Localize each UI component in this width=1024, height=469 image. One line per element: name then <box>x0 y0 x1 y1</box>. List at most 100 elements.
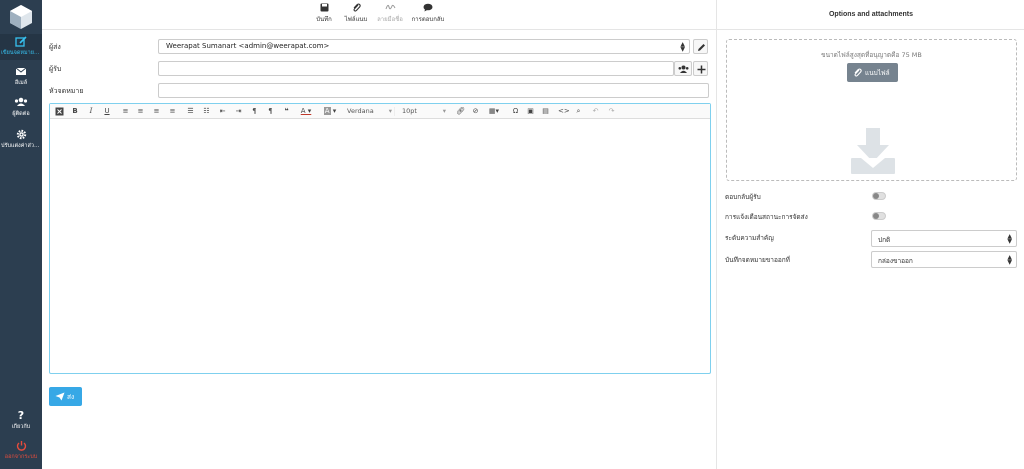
search-replace-icon[interactable]: ⌕ <box>574 107 583 116</box>
text-color-icon[interactable]: A ▾ <box>299 107 313 116</box>
save-button[interactable]: บันทึก <box>313 3 335 24</box>
save-sent-label: บันทึกจดหมายขาออกที่ <box>725 256 790 264</box>
pencil-icon <box>698 44 705 51</box>
align-justify-icon[interactable]: ≡ <box>168 107 177 116</box>
question-icon: ? <box>17 409 25 422</box>
background-color-icon[interactable]: A ▾ <box>323 107 337 116</box>
source-toggle-icon[interactable] <box>54 107 64 116</box>
send-button[interactable]: ส่ง <box>49 387 82 406</box>
from-label: ผู้ส่ง <box>49 43 61 51</box>
add-header-button[interactable] <box>693 61 708 76</box>
from-value: Weerapat Sumanart <admin@weerapat.com> <box>166 42 330 50</box>
attach-file-label: แนบไฟล์ <box>865 69 890 77</box>
attach-label: ไฟล์แนบ <box>344 16 368 23</box>
message-editor[interactable]: B I U ≡ ≡ ≡ ≡ ☰ ☷ ⇤ ⇥ ¶ ¶ ❝ A ▾ A ▾ Verd… <box>49 103 711 374</box>
logo <box>8 4 34 30</box>
undo-icon[interactable]: ↶ <box>591 107 600 116</box>
editor-toolbar: B I U ≡ ≡ ≡ ≡ ☰ ☷ ⇤ ⇥ ¶ ¶ ❝ A ▾ A ▾ Verd… <box>50 104 710 119</box>
paperclip-icon <box>352 3 361 12</box>
dsn-label: การแจ้งเตือนสถานะการจัดส่ง <box>725 213 808 221</box>
select-arrows-icon: ▲ ▼ <box>1007 233 1012 245</box>
sidebar-item-label: เขียนจดหมายใหม่ <box>1 50 42 56</box>
link-icon[interactable]: 🔗︎ <box>456 107 465 116</box>
bullet-list-icon[interactable]: ☰ <box>186 107 195 116</box>
select-arrows-icon: ▲ ▼ <box>680 41 685 53</box>
save-sent-value: กล่องขาออก <box>878 257 913 265</box>
options-panel-title: Options and attachments <box>717 0 1024 30</box>
table-icon[interactable]: ▦▾ <box>487 107 501 116</box>
priority-label: ระดับความสำคัญ <box>725 234 774 242</box>
contacts-icon <box>678 65 689 73</box>
subject-input[interactable] <box>158 83 709 98</box>
blockquote-icon[interactable]: ❝ <box>282 107 291 116</box>
align-left-icon[interactable]: ≡ <box>121 107 130 116</box>
ltr-icon[interactable]: ¶ <box>250 107 259 116</box>
chevron-down-icon: ▾ <box>442 107 446 115</box>
italic-icon[interactable]: I <box>87 107 95 116</box>
compose-toolbar: บันทึก ไฟล์แนบ ลายมือชื่อ การตอบกลับ <box>42 0 716 30</box>
save-label: บันทึก <box>316 16 332 23</box>
sidebar-item-compose[interactable]: เขียนจดหมายใหม่ <box>0 34 42 60</box>
address-book-button[interactable] <box>674 61 692 76</box>
return-receipt-toggle[interactable] <box>872 192 886 200</box>
sidebar-item-about[interactable]: ? เกี่ยวกับ <box>0 410 42 434</box>
sidebar-item-label: ออกจากระบบ <box>4 454 38 460</box>
outdent-icon[interactable]: ⇤ <box>218 107 227 116</box>
power-icon <box>0 440 42 452</box>
save-icon <box>320 3 328 12</box>
attach-file-button[interactable]: แนบไฟล์ <box>847 63 898 82</box>
dsn-toggle[interactable] <box>872 212 886 220</box>
sidebar-item-label: ปรับแต่งค่าส่วนตัว <box>1 143 42 149</box>
rtl-icon[interactable]: ¶ <box>266 107 275 116</box>
font-family-select[interactable]: Verdana ▾ <box>347 107 395 116</box>
signature-button[interactable]: ลายมือชื่อ <box>375 3 405 24</box>
code-icon[interactable]: <> <box>558 107 570 116</box>
align-center-icon[interactable]: ≡ <box>136 107 145 116</box>
align-right-icon[interactable]: ≡ <box>152 107 161 116</box>
to-input[interactable] <box>158 61 674 76</box>
numbered-list-icon[interactable]: ☷ <box>202 107 211 116</box>
signature-label: ลายมือชื่อ <box>377 16 403 23</box>
attach-button[interactable]: ไฟล์แนบ <box>342 3 370 24</box>
sidebar: เขียนจดหมายใหม่ อีเมล์ ผู้ติดต่อ ปรับแต่… <box>0 0 42 469</box>
special-char-icon[interactable]: Ω <box>511 107 520 116</box>
font-size-select[interactable]: 10pt ▾ <box>402 107 448 116</box>
download-icon <box>851 128 895 174</box>
sidebar-item-label: เกี่ยวกับ <box>11 424 31 430</box>
contacts-icon <box>0 97 42 109</box>
select-arrows-icon: ▲ ▼ <box>1007 254 1012 266</box>
redo-icon[interactable]: ↷ <box>607 107 616 116</box>
bold-icon[interactable]: B <box>71 107 79 116</box>
sidebar-item-label: อีเมล์ <box>14 80 28 86</box>
chevron-down-icon: ▾ <box>388 107 392 115</box>
edit-identity-button[interactable] <box>693 39 708 54</box>
sidebar-item-contacts[interactable]: ผู้ติดต่อ <box>0 95 42 119</box>
paper-plane-icon <box>55 392 65 401</box>
sidebar-item-label: ผู้ติดต่อ <box>12 111 30 117</box>
sidebar-item-mail[interactable]: อีเมล์ <box>0 64 42 88</box>
from-select[interactable]: Weerapat Sumanart <admin@weerapat.com> ▲… <box>158 39 690 54</box>
priority-select[interactable]: ปกติ ▲ ▼ <box>871 230 1017 247</box>
font-family-value: Verdana <box>347 107 374 115</box>
media-icon[interactable]: ▤ <box>541 107 550 116</box>
indent-icon[interactable]: ⇥ <box>234 107 243 116</box>
sidebar-item-logout[interactable]: ออกจากระบบ <box>0 440 42 464</box>
comment-icon <box>423 3 433 12</box>
priority-value: ปกติ <box>878 236 891 244</box>
to-label: ผู้รับ <box>49 65 62 73</box>
responses-button[interactable]: การตอบกลับ <box>409 3 447 24</box>
font-size-value: 10pt <box>402 107 417 115</box>
image-icon[interactable]: ▣ <box>526 107 535 116</box>
underline-icon[interactable]: U <box>103 107 111 116</box>
attachment-dropzone[interactable]: ขนาดไฟล์สูงสุดที่อนุญาตคือ 75 MB แนบไฟล์ <box>726 39 1017 181</box>
sidebar-item-settings[interactable]: ปรับแต่งค่าส่วนตัว <box>0 127 42 151</box>
max-size-text: ขนาดไฟล์สูงสุดที่อนุญาตคือ 75 MB <box>821 51 922 59</box>
envelope-icon <box>0 66 42 78</box>
plus-icon <box>697 65 706 74</box>
save-sent-select[interactable]: กล่องขาออก ▲ ▼ <box>871 251 1017 268</box>
responses-label: การตอบกลับ <box>411 16 445 23</box>
subject-label: หัวจดหมาย <box>49 87 84 95</box>
signature-icon <box>385 4 395 10</box>
gear-icon <box>0 129 42 141</box>
unlink-icon[interactable]: ⊘ <box>471 107 480 116</box>
